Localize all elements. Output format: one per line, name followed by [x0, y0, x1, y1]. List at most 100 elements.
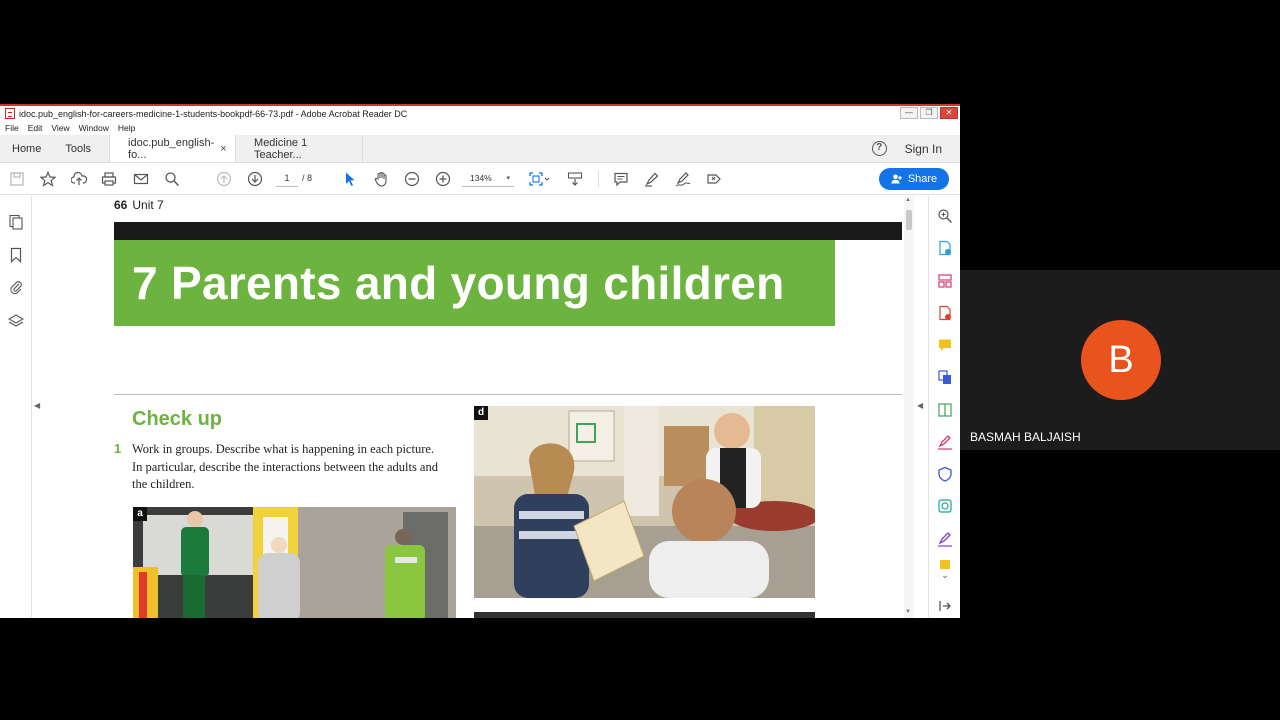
- question-number: 1: [114, 441, 122, 456]
- expand-left-pane-icon[interactable]: ◀: [34, 401, 40, 410]
- star-icon[interactable]: [40, 171, 56, 187]
- collapse-right-pane-icon[interactable]: ◀: [917, 401, 923, 410]
- left-navigation-pane: ◀: [0, 196, 40, 618]
- vertical-scrollbar[interactable]: ▲ ▼: [904, 196, 914, 618]
- export-pdf-icon[interactable]: [937, 240, 953, 256]
- search-icon[interactable]: [164, 171, 180, 187]
- mail-icon[interactable]: [133, 171, 149, 187]
- bookmark-icon[interactable]: [8, 247, 24, 263]
- scroll-mode-icon[interactable]: [567, 171, 583, 187]
- title-bar: idoc.pub_english-for-careers-medicine-1-…: [0, 104, 960, 121]
- running-head: 66 Unit 7: [114, 198, 164, 212]
- restore-button[interactable]: ❐: [920, 107, 938, 119]
- unit-label: Unit 7: [132, 198, 164, 212]
- participant-name: BASMAH BALJAISH: [970, 430, 1081, 444]
- screen: idoc.pub_english-for-careers-medicine-1-…: [0, 0, 1280, 720]
- collapse-panel-icon[interactable]: [937, 598, 953, 614]
- more-tools-icon[interactable]: [706, 171, 722, 187]
- chevron-down-icon[interactable]: ⌄: [937, 570, 953, 586]
- combine-files-icon[interactable]: [937, 369, 953, 385]
- photo-label: a: [133, 507, 147, 521]
- menu-bar: File Edit View Window Help: [0, 121, 960, 135]
- tab-bar: Home Tools idoc.pub_english-fo... × Medi…: [0, 135, 960, 163]
- attachment-icon[interactable]: [8, 279, 24, 295]
- document-tab-active[interactable]: idoc.pub_english-fo... ×: [109, 135, 237, 162]
- protect-shield-icon[interactable]: [937, 466, 953, 482]
- tab-tools[interactable]: Tools: [53, 135, 109, 162]
- header-black-bar: [114, 222, 902, 240]
- toolbar: 1 / 8 134% ▾ Share: [0, 163, 960, 195]
- next-page-icon[interactable]: [247, 171, 263, 187]
- window-title: idoc.pub_english-for-careers-medicine-1-…: [19, 108, 408, 119]
- menu-edit[interactable]: Edit: [28, 123, 43, 133]
- ambulance-photo-image: [133, 507, 456, 618]
- hand-tool-icon[interactable]: [373, 171, 389, 187]
- menu-window[interactable]: Window: [79, 123, 109, 133]
- sign-in-link[interactable]: Sign In: [905, 142, 942, 156]
- create-pdf-icon[interactable]: [937, 305, 953, 321]
- edit-pen-icon[interactable]: [937, 531, 953, 547]
- previous-page-icon[interactable]: [216, 171, 232, 187]
- acrobat-window: idoc.pub_english-for-careers-medicine-1-…: [0, 104, 960, 618]
- zoom-in-icon[interactable]: [435, 171, 451, 187]
- share-label: Share: [907, 173, 938, 185]
- next-photo-edge: [474, 612, 815, 618]
- divider: [114, 394, 902, 395]
- tab-bar-right: ? Sign In: [871, 135, 960, 162]
- photo-d: d: [474, 406, 815, 598]
- page-thumbnails-icon[interactable]: [8, 214, 24, 230]
- toolbar-separator: [598, 171, 599, 187]
- zoom-out-icon[interactable]: [404, 171, 420, 187]
- photo-a: a: [133, 507, 456, 618]
- select-cursor-icon[interactable]: [342, 171, 358, 187]
- help-icon[interactable]: ?: [871, 141, 887, 156]
- page-total: / 8: [302, 173, 313, 183]
- window-controls: — ❐ ✕: [900, 107, 958, 119]
- compress-pdf-icon[interactable]: [937, 402, 953, 418]
- unit-title-banner: 7 Parents and young children: [114, 240, 835, 326]
- draw-sign-icon[interactable]: [675, 171, 691, 187]
- share-person-icon: [891, 174, 902, 184]
- comment-icon[interactable]: [613, 171, 629, 187]
- document-tab-label: Medicine 1 Teacher...: [254, 136, 308, 161]
- close-window-button[interactable]: ✕: [940, 107, 958, 119]
- scroll-up-icon[interactable]: ▲: [905, 197, 911, 203]
- organize-pages-icon[interactable]: [937, 273, 953, 289]
- right-tools-pane: ⌄: [928, 196, 960, 618]
- section-title: Check up: [132, 408, 223, 430]
- print-icon[interactable]: [101, 171, 117, 187]
- zoom-search-icon[interactable]: [937, 208, 953, 224]
- save-icon[interactable]: [9, 171, 25, 187]
- close-tab-icon[interactable]: ×: [220, 143, 226, 155]
- scrollbar-thumb[interactable]: [906, 210, 912, 230]
- optimize-scan-icon[interactable]: [937, 498, 953, 514]
- more-tools-partial-icon[interactable]: [937, 556, 953, 569]
- fit-page-icon[interactable]: [528, 171, 550, 187]
- acrobat-app-icon: [5, 108, 15, 119]
- fill-sign-icon[interactable]: [937, 434, 953, 450]
- highlight-pen-icon[interactable]: [644, 171, 660, 187]
- minimize-button[interactable]: —: [900, 107, 918, 119]
- participant-video-tile[interactable]: B BASMAH BALJAISH: [960, 270, 1280, 450]
- layers-icon[interactable]: [7, 313, 25, 329]
- menu-view[interactable]: View: [51, 123, 69, 133]
- share-button[interactable]: Share: [879, 168, 949, 190]
- page-number-input[interactable]: 1: [276, 170, 298, 187]
- comment-tool-icon[interactable]: [937, 337, 953, 353]
- photo-label: d: [474, 406, 488, 420]
- page-number-label: 66: [114, 198, 128, 212]
- upload-cloud-icon[interactable]: [71, 171, 87, 187]
- document-tab-label: idoc.pub_english-fo...: [128, 136, 215, 161]
- zoom-level-value: 134%: [470, 173, 492, 183]
- document-tab[interactable]: Medicine 1 Teacher...: [236, 135, 364, 162]
- chevron-down-icon: ▾: [506, 175, 510, 182]
- participant-avatar: B: [1081, 320, 1161, 400]
- menu-file[interactable]: File: [5, 123, 19, 133]
- document-viewport[interactable]: 66 Unit 7 7 Parents and young children Ch…: [44, 196, 904, 618]
- scroll-down-icon[interactable]: ▼: [905, 609, 911, 615]
- tab-home[interactable]: Home: [0, 135, 53, 162]
- hospital-room-photo-image: [474, 406, 815, 598]
- menu-help[interactable]: Help: [118, 123, 135, 133]
- question-text: Work in groups. Describe what is happeni…: [132, 442, 438, 491]
- zoom-level-select[interactable]: 134% ▾: [462, 170, 514, 187]
